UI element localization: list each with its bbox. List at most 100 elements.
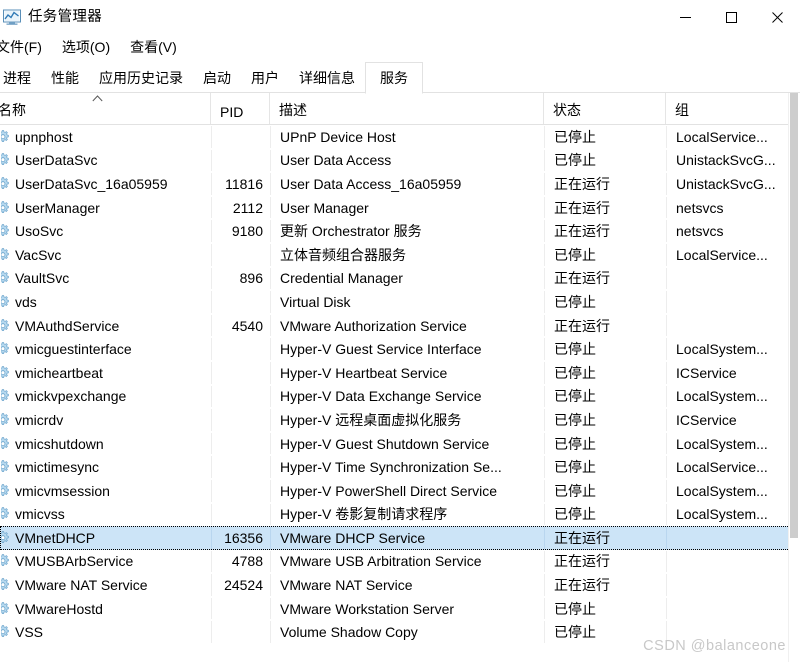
column-header-status[interactable]: 状态 — [543, 93, 665, 124]
service-name-label: VSS — [15, 624, 44, 641]
table-row[interactable]: vmickvpexchange Hyper-V Data Exchange Ser… — [0, 385, 800, 409]
service-name-label: vmicvss — [15, 506, 65, 523]
table-row[interactable]: vmicvss Hyper-V 卷影复制请求程序 已停止 LocalSystem... — [0, 503, 800, 527]
window-title: 任务管理器 — [28, 8, 102, 25]
table-row[interactable]: UserDataSvc_16a05959 11816 User Data Acces… — [0, 172, 800, 196]
group-label: LocalService... — [676, 128, 768, 145]
table-row[interactable]: vmicrdv Hyper-V 远程桌面虚拟化服务 已停止 ICService — [0, 408, 800, 432]
task-manager-chart-icon — [3, 9, 21, 25]
group-label: UnistackSvcG... — [676, 175, 776, 192]
cell-pid — [211, 597, 270, 620]
cell-description: Hyper-V Time Synchronization Se... — [270, 456, 544, 478]
cell-status: 已停止 — [544, 621, 666, 644]
status-label: 正在运行 — [554, 553, 610, 570]
table-row[interactable]: vmictimesync Hyper-V Time Synchronization… — [0, 455, 800, 479]
column-header-description-label: 描述 — [279, 102, 307, 118]
menu-options[interactable]: 选项(O) — [62, 35, 120, 59]
table-row[interactable]: VaultSvc 896 Credential Manager 正在运行 — [0, 267, 800, 291]
status-label: 已停止 — [554, 364, 596, 381]
table-row[interactable]: vmicguestinterface Hyper-V Guest Service … — [0, 337, 800, 361]
cell-status: 已停止 — [544, 503, 666, 526]
cell-service-name: UserDataSvc_16a05959 — [1, 173, 211, 195]
cell-group — [666, 621, 793, 644]
cell-pid — [211, 621, 270, 644]
vertical-scrollbar[interactable] — [788, 93, 800, 662]
status-label: 已停止 — [554, 459, 596, 476]
service-gear-icon — [1, 436, 9, 449]
column-header-pid[interactable]: PID — [210, 93, 269, 124]
table-row[interactable]: VMnetDHCP 16356 VMware DHCP Service 正在运行 — [0, 526, 800, 550]
cell-service-name: VMwareHostd — [1, 598, 211, 620]
cell-pid: 896 — [211, 267, 270, 290]
service-gear-icon — [1, 248, 9, 260]
tab-processes[interactable]: 进程 — [0, 62, 41, 93]
group-label: LocalSystem... — [676, 482, 768, 499]
menu-view[interactable]: 查看(V) — [130, 35, 187, 59]
table-row[interactable]: UserManager 2112 User Manager 正在运行 netsvcs — [0, 196, 800, 220]
table-row[interactable]: UsoSvc 9180 更新 Orchestrator 服务 正在运行 netsvcs — [0, 219, 800, 243]
table-row[interactable]: vmicshutdown Hyper-V Guest Shutdown Servi… — [0, 432, 800, 456]
cell-pid — [211, 149, 270, 172]
column-header-name[interactable]: 名称 — [0, 93, 210, 124]
cell-description: Credential Manager — [270, 267, 544, 290]
status-label: 已停止 — [554, 152, 596, 169]
group-label: ICService — [676, 411, 737, 428]
service-name-label: VMware NAT Service — [15, 577, 148, 594]
table-row[interactable]: vmicheartbeat Hyper-V Heartbeat Service 已停… — [0, 361, 800, 385]
status-label: 已停止 — [554, 388, 596, 405]
tab-services[interactable]: 服务 — [365, 62, 423, 94]
menu-file[interactable]: 文件(F) — [0, 35, 52, 59]
tab-app-history[interactable]: 应用历史记录 — [89, 62, 193, 93]
tab-users[interactable]: 用户 — [241, 62, 289, 93]
cell-service-name: vmicshutdown — [1, 433, 211, 455]
tab-performance[interactable]: 性能 — [41, 62, 89, 93]
service-name-label: vmicvmsession — [15, 482, 110, 499]
cell-description: User Data Access_16a05959 — [270, 173, 544, 195]
maximize-button[interactable] — [708, 0, 754, 34]
status-label: 正在运行 — [554, 529, 610, 546]
cell-service-name: UsoSvc — [1, 220, 211, 242]
tab-details[interactable]: 详细信息 — [289, 62, 365, 93]
pid-label: 2112 — [232, 199, 263, 216]
cell-pid — [211, 291, 270, 313]
cell-group: LocalSystem... — [666, 385, 793, 408]
table-row[interactable]: VMwareHostd VMware Workstation Server 已停止 — [0, 597, 800, 621]
cell-description: VMware Workstation Server — [270, 597, 544, 620]
column-header-description[interactable]: 描述 — [269, 93, 543, 124]
table-row[interactable]: upnphost UPnP Device Host 已停止 LocalService.… — [0, 125, 800, 149]
status-label: 正在运行 — [554, 223, 610, 240]
group-label: LocalService... — [676, 459, 768, 476]
description-label: 立体音频组合器服务 — [280, 246, 406, 263]
close-icon — [771, 11, 783, 23]
tab-startup[interactable]: 启动 — [193, 62, 241, 93]
column-header-pid-label: PID — [220, 104, 244, 120]
cell-description: Hyper-V Guest Shutdown Service — [270, 432, 544, 455]
table-row[interactable]: VMAuthdService 4540 VMware Authorization S… — [0, 314, 800, 338]
table-row[interactable]: VMware NAT Service 24524 VMware NAT Servic… — [0, 573, 800, 597]
column-header-group-label: 组 — [675, 102, 689, 118]
table-row[interactable]: UserDataSvc User Data Access 已停止 UnistackSv… — [0, 149, 800, 173]
table-row[interactable]: VSS Volume Shadow Copy 已停止 — [0, 620, 800, 644]
table-row[interactable]: vmicvmsession Hyper-V PowerShell Direct S… — [0, 479, 800, 503]
pid-label: 16356 — [224, 529, 263, 546]
service-name-label: UserDataSvc — [15, 152, 98, 169]
minimize-button[interactable] — [662, 0, 708, 34]
table-row[interactable]: VacSvc 立体音频组合器服务 已停止 LocalService... — [0, 243, 800, 267]
cell-group: netsvcs — [666, 196, 793, 219]
cell-status: 正在运行 — [544, 314, 666, 337]
status-label: 正在运行 — [554, 317, 610, 334]
cell-description: Virtual Disk — [270, 291, 544, 313]
column-header-group[interactable]: 组 — [665, 93, 792, 124]
scrollbar-thumb[interactable] — [790, 93, 798, 538]
close-button[interactable] — [754, 0, 800, 34]
description-label: UPnP Device Host — [280, 128, 396, 145]
service-gear-icon — [1, 200, 9, 213]
table-row[interactable]: VMUSBArbService 4788 VMware USB Arbitratio… — [0, 550, 800, 574]
cell-status: 正在运行 — [544, 574, 666, 596]
cell-pid: 4788 — [211, 550, 270, 573]
service-gear-icon — [1, 295, 9, 307]
service-gear-icon — [1, 413, 9, 425]
group-label: LocalService... — [676, 246, 768, 263]
table-row[interactable]: vds Virtual Disk 已停止 — [0, 290, 800, 314]
service-gear-icon — [1, 625, 9, 638]
